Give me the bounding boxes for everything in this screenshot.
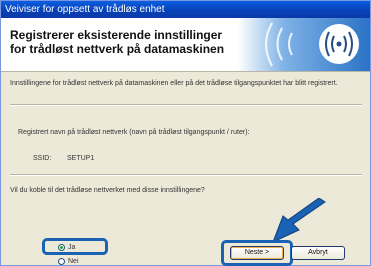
radio-option-yes[interactable]: Ja: [58, 242, 75, 252]
window-title: Veiviser for oppsett av trådløs enhet: [5, 4, 165, 15]
wizard-window: Veiviser for oppsett av trådløs enhet Re…: [0, 0, 371, 266]
ssid-value: SETUP1: [67, 155, 95, 162]
divider: [10, 104, 362, 106]
radio-no-label: Nei: [68, 257, 79, 265]
radio-yes-button[interactable]: [58, 243, 65, 251]
radio-no-button[interactable]: [58, 257, 65, 265]
cancel-button[interactable]: Avbryt: [291, 246, 345, 260]
next-button[interactable]: Neste >: [230, 246, 284, 260]
window-titlebar: Veiviser for oppsett av trådløs enhet: [1, 1, 370, 18]
banner-title-line1: Registrerer eksisterende innstillinger: [10, 28, 223, 42]
banner-title-line2: for trådløst nettverk på datamaskinen: [10, 42, 225, 56]
divider: [10, 174, 362, 176]
network-name-label: Registrert navn på trådløst nettverk (na…: [18, 129, 250, 136]
radio-option-no[interactable]: Nei: [58, 256, 79, 266]
intro-text: Innstillingene for trådløst nettverk på …: [10, 80, 338, 87]
wizard-content: Innstillingene for trådløst nettverk på …: [1, 72, 370, 266]
wizard-banner: Registrerer eksisterende innstillinger f…: [1, 18, 370, 72]
banner-title: Registrerer eksisterende innstillinger f…: [10, 28, 250, 56]
ssid-label: SSID:: [33, 155, 52, 162]
radio-yes-label: Ja: [68, 243, 76, 251]
connect-question: Vil du koble til det trådløse nettverket…: [10, 187, 205, 194]
wifi-signal-icon: [238, 18, 370, 71]
